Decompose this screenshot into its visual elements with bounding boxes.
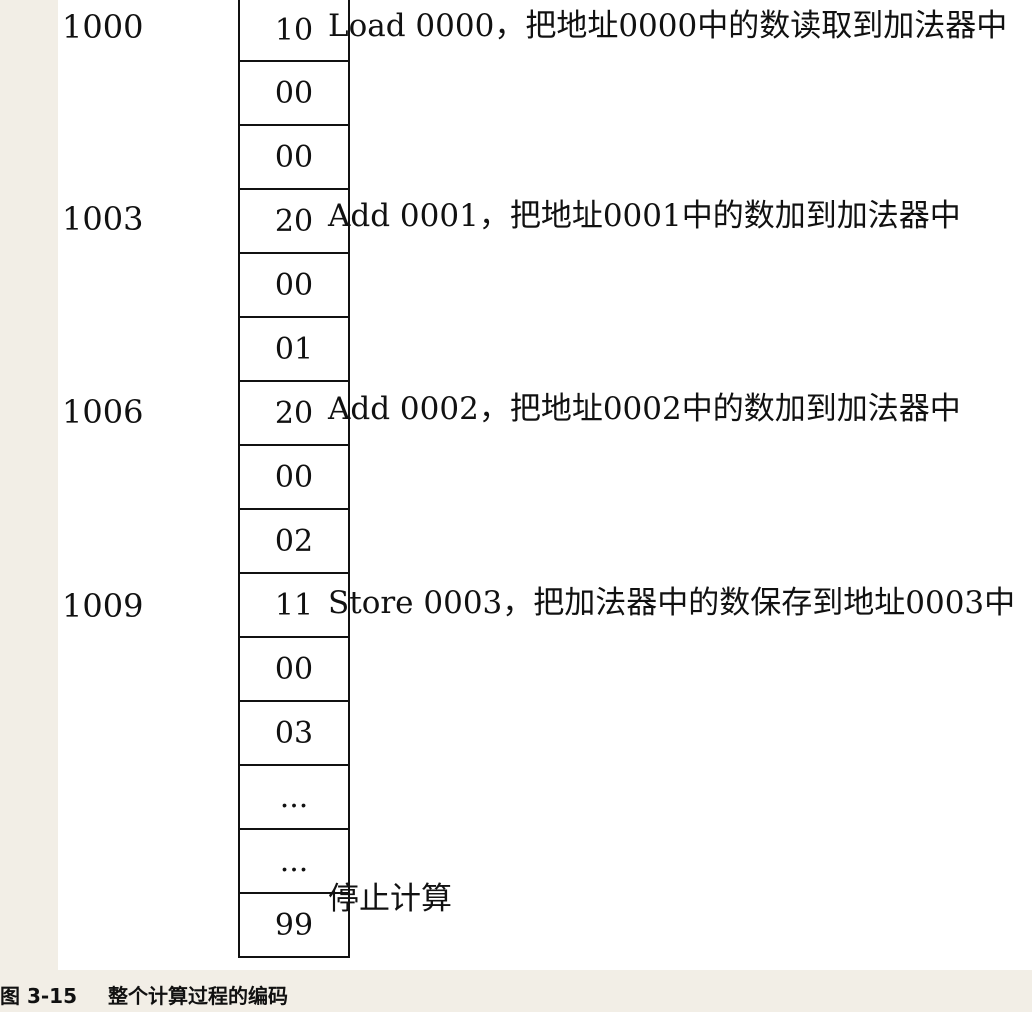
memory-cell: 00 (240, 446, 348, 510)
instruction-note: Add 0001，把地址0001中的数加到加法器中 (328, 197, 961, 234)
memory-cell: 03 (240, 702, 348, 766)
memory-cell: 01 (240, 318, 348, 382)
memory-cell: 02 (240, 510, 348, 574)
address-label: 1003 (62, 199, 144, 238)
caption-title: 整个计算过程的编码 (107, 984, 288, 1008)
memory-cell: 00 (240, 62, 348, 126)
memory-cell: 00 (240, 254, 348, 318)
figure-panel: 1000 1003 1006 1009 10 00 00 20 00 01 20 00 02 11 00 0… (58, 0, 1032, 970)
instruction-note: Add 0002，把地址0002中的数加到加法器中 (328, 391, 961, 427)
caption-number: 图 3-15 (0, 984, 78, 1008)
figure-caption: 图 3-15 整个计算过程的编码 (0, 980, 288, 1009)
instruction-note: Load 0000，把地址0000中的数读取到加法器中 (328, 8, 1008, 44)
instruction-note: Store 0003，把加法器中的数保存到地址0003中 (328, 584, 1016, 621)
address-label: 1009 (62, 586, 144, 625)
memory-cell: 00 (240, 638, 348, 702)
address-label: 1006 (62, 393, 144, 431)
instruction-note: 停止计算 (328, 881, 452, 918)
memory-cell: 00 (240, 126, 348, 190)
address-label: 1000 (62, 8, 144, 46)
memory-cell: ... (240, 766, 348, 830)
memory-cells: 10 00 00 20 00 01 20 00 02 11 00 03...... 99 (238, 0, 350, 958)
